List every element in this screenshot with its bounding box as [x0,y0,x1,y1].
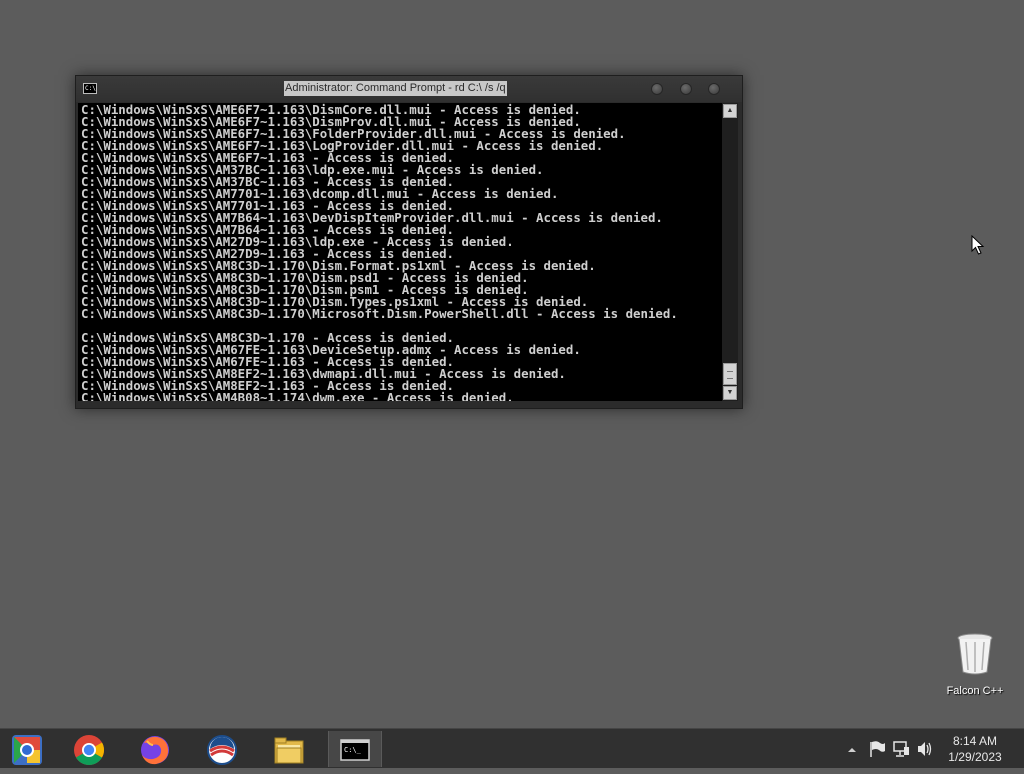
minimize-button[interactable] [651,83,663,95]
maximize-button[interactable] [680,83,692,95]
console-line: C:\Windows\WinSxS\AM4B08~1.174\dwm.exe -… [81,390,514,401]
scroll-up-button[interactable]: ▲ [723,104,737,118]
taskbar-clock[interactable]: 8:14 AM 1/29/2023 [930,733,1020,765]
svg-text:C:\_: C:\_ [344,746,362,754]
close-button[interactable] [708,83,720,95]
circle-logo-icon [207,735,237,765]
recycle-bin-icon [957,633,993,675]
console-lines: C:\Windows\WinSxS\AME6F7~1.163\DismCore.… [78,103,722,401]
firefox-icon [141,736,169,765]
taskbar-firefox[interactable] [134,731,174,767]
tray-network[interactable] [892,729,910,769]
window-titlebar[interactable]: C:\ Administrator: Command Prompt - rd C… [76,76,742,102]
cmd-icon: C:\_ [340,739,370,761]
taskbar: C:\_ 8:14 AM 1/29/2023 [0,728,1024,768]
window-title: Administrator: Command Prompt - rd C:\ /… [284,81,507,96]
taskbar-command-prompt[interactable]: C:\_ [328,731,382,767]
console-output[interactable]: C:\Windows\WinSxS\AME6F7~1.163\DismCore.… [78,103,722,401]
clock-date: 1/29/2023 [948,750,1002,764]
chevron-up-icon [848,748,856,752]
taskbar-chrome[interactable] [68,731,108,767]
taskbar-file-explorer[interactable] [268,731,308,767]
clock-time: 8:14 AM [952,734,998,748]
scroll-down-button[interactable]: ▼ [723,386,737,400]
mouse-cursor-icon [971,234,985,260]
start-orb-icon [12,735,42,765]
chrome-icon [74,735,105,766]
console-line: C:\Windows\WinSxS\AM8C3D~1.170\Microsoft… [81,306,678,321]
network-icon [893,741,909,757]
tray-overflow-button[interactable] [846,729,858,769]
desktop-icon-label: Falcon C++ [946,685,1004,697]
taskbar-app[interactable] [201,731,241,767]
folder-icon [274,737,304,764]
vertical-scrollbar[interactable]: ▲ ▼ [722,103,738,401]
start-button[interactable] [6,731,46,767]
tray-action-center[interactable] [868,729,886,769]
flag-icon [870,741,885,757]
cmd-window-icon[interactable]: C:\ [83,83,97,94]
command-prompt-window[interactable]: C:\ Administrator: Command Prompt - rd C… [75,75,743,409]
desktop-icon-falcon[interactable]: Falcon C++ [940,632,1010,697]
scroll-thumb[interactable] [723,363,737,385]
